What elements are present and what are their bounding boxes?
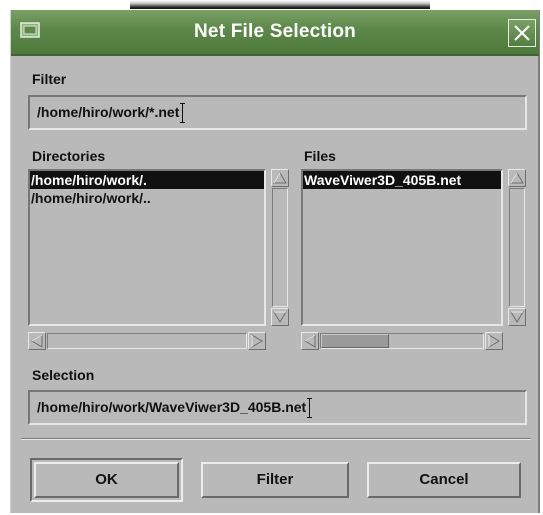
directories-horizontal-scrollbar[interactable] [28,332,266,350]
separator [21,438,531,440]
directories-label: Directories [32,148,106,164]
cancel-button[interactable]: Cancel [367,462,521,498]
files-hscroll-thumb[interactable] [321,334,389,348]
arrow-left-icon [31,334,43,348]
files-scroll-up-button[interactable] [508,169,526,187]
arrow-up-icon [273,172,287,184]
file-item[interactable]: WaveViwer3D_405B.net [303,171,501,189]
directories-scroll-track[interactable] [272,188,288,307]
directories-scroll-up-button[interactable] [271,169,289,187]
selection-input[interactable]: /home/hiro/work/WaveViwer3D_405B.net [28,390,527,425]
directory-item[interactable]: /home/hiro/work/. [30,171,264,189]
filter-input[interactable]: /home/hiro/work/*.net [28,95,527,130]
text-cursor [307,398,313,419]
files-scroll-left-button[interactable] [301,332,319,350]
files-scroll-down-button[interactable] [508,308,526,326]
background-strip [0,0,543,10]
filter-button[interactable]: Filter [201,462,349,498]
arrow-right-icon [251,334,263,348]
arrow-left-icon [304,334,316,348]
directories-hscroll-track[interactable] [47,333,247,349]
files-horizontal-scrollbar[interactable] [301,332,503,350]
directories-scroll-right-button[interactable] [248,332,266,350]
title-bar[interactable]: Net File Selection [11,10,539,56]
files-scroll-track[interactable] [509,188,525,307]
files-hscroll-track[interactable] [320,333,484,349]
text-cursor [180,103,186,124]
window-title: Net File Selection [194,21,356,42]
directories-scroll-down-button[interactable] [271,308,289,326]
file-selection-dialog: Net File Selection Filter /home/hiro/wor… [10,10,540,513]
ok-button[interactable]: OK [34,462,179,498]
close-button[interactable] [508,19,536,47]
arrow-right-icon [488,334,500,348]
files-list[interactable]: WaveViwer3D_405B.net [301,169,503,326]
selection-label: Selection [32,367,95,383]
filter-input-text: /home/hiro/work/*.net [37,104,180,120]
directory-item[interactable]: /home/hiro/work/.. [30,189,264,207]
files-vertical-scrollbar[interactable] [508,169,526,326]
directories-scroll-left-button[interactable] [28,332,46,350]
arrow-down-icon [273,311,287,323]
directories-list[interactable]: /home/hiro/work/. /home/hiro/work/.. [28,169,266,326]
selection-input-text: /home/hiro/work/WaveViwer3D_405B.net [37,399,307,415]
files-scroll-right-button[interactable] [485,332,503,350]
files-label: Files [304,148,336,164]
filter-label: Filter [32,71,67,87]
arrow-up-icon [510,172,524,184]
arrow-down-icon [510,311,524,323]
directories-vertical-scrollbar[interactable] [271,169,289,326]
close-icon [514,25,530,41]
background-shadow [130,0,430,9]
